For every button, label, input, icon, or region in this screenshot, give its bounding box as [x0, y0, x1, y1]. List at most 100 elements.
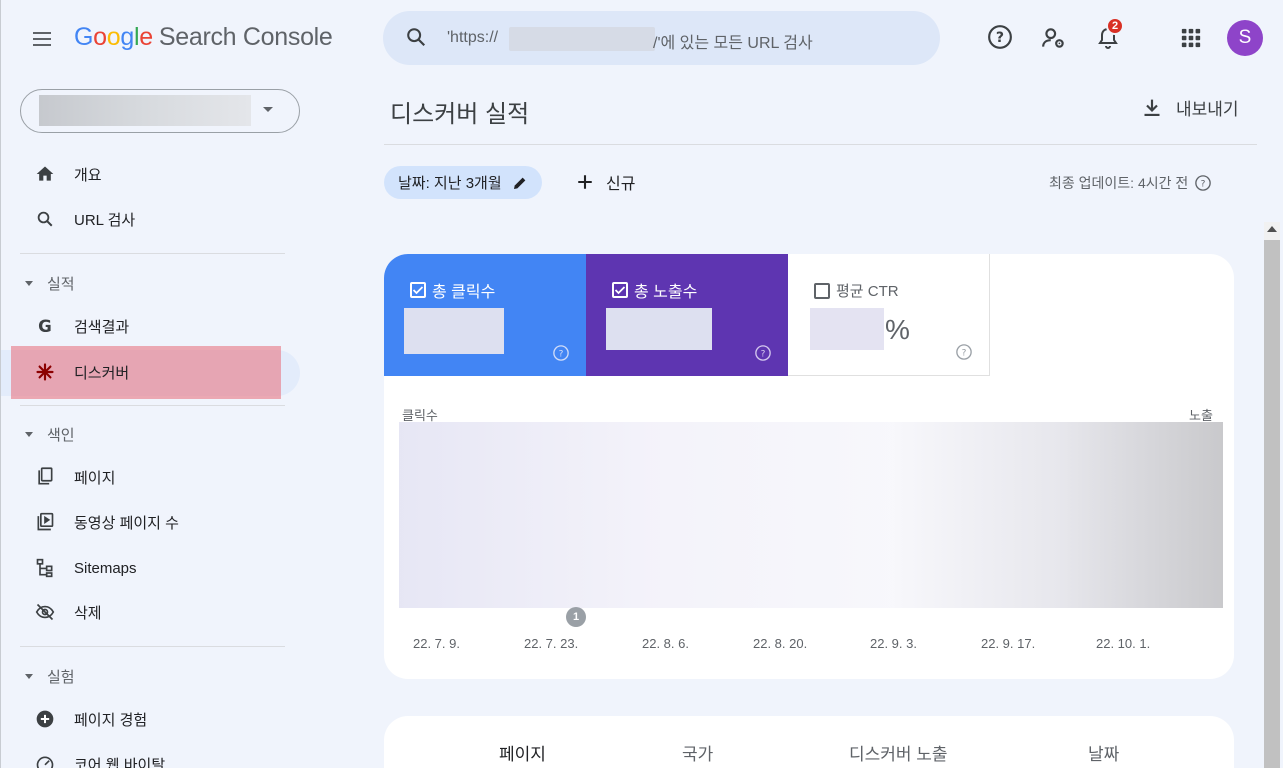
header-divider — [384, 144, 1257, 145]
date-filter-chip[interactable]: 날짜: 지난 3개월 — [384, 166, 542, 199]
edit-pencil-icon — [513, 177, 525, 189]
tab-pages[interactable]: 페이지 — [499, 740, 546, 765]
redacted-metric-value — [404, 308, 504, 354]
sidebar-item-label: 삭제 — [74, 604, 102, 622]
video-page-icon — [34, 511, 56, 533]
search-console-logo[interactable]: Google Search Console — [74, 23, 333, 52]
redacted-metric-value — [810, 308, 884, 350]
sidebar-item-label: 디스커버 — [74, 364, 130, 382]
manage-users-icon[interactable] — [1040, 24, 1068, 52]
logo-letter: o — [93, 23, 107, 51]
sidebar-item-pages[interactable]: 페이지 — [1, 455, 301, 499]
sidebar-item-removals[interactable]: 삭제 — [1, 590, 301, 634]
page-title: 디스커버 실적 — [390, 101, 530, 128]
last-updated-text: 최종 업데이트: 4시간 전 ? — [1049, 173, 1212, 193]
x-tick-label: 22. 7. 23. — [524, 636, 579, 651]
metric-total-impressions[interactable]: 총 노출수 ? — [586, 254, 788, 376]
logo-letter: g — [120, 23, 134, 51]
sidebar-item-discover[interactable]: 디스커버 — [1, 350, 301, 394]
sidebar-item-label: 페이지 — [74, 469, 116, 487]
add-circle-icon — [34, 708, 56, 730]
x-tick-label: 22. 10. 1. — [1096, 636, 1151, 651]
collapse-triangle-icon — [25, 674, 33, 679]
sidebar-item-label: 코어 웹 바이탈 — [74, 756, 166, 768]
date-filter-label: 날짜: 지난 3개월 — [398, 175, 502, 192]
search-placeholder-suffix: /'에 있는 모든 URL 검사 — [653, 35, 813, 52]
help-icon[interactable]: ? — [986, 23, 1014, 51]
plus-icon — [578, 175, 592, 189]
search-placeholder-prefix: 'https:// — [447, 29, 499, 46]
search-icon — [34, 208, 56, 230]
section-label: 색인 — [47, 427, 75, 444]
sidebar-item-page-experience[interactable]: 페이지 경험 — [1, 697, 301, 741]
help-icon[interactable]: ? — [754, 344, 772, 362]
checkbox-checked-icon[interactable] — [410, 282, 426, 298]
sidebar-item-url-inspection[interactable]: URL 검사 — [1, 197, 301, 241]
tab-discover-appearance[interactable]: 디스커버 노출 — [849, 740, 948, 765]
sidebar-item-overview[interactable]: 개요 — [1, 152, 301, 196]
section-label: 실적 — [47, 276, 75, 293]
help-icon[interactable]: ? — [552, 344, 570, 362]
section-toggle-index[interactable]: 색인 — [23, 424, 75, 445]
main-menu-button[interactable] — [29, 26, 55, 52]
sidebar-item-label: URL 검사 — [74, 211, 136, 229]
metric-label: 총 클릭수 — [432, 284, 496, 301]
checkbox-checked-icon[interactable] — [612, 282, 628, 298]
metric-average-ctr[interactable]: 평균 CTR % ? — [788, 254, 990, 376]
asterisk-icon — [34, 361, 56, 383]
metric-label: 평균 CTR — [836, 283, 899, 300]
x-tick-label: 22. 9. 17. — [981, 636, 1036, 651]
sidebar-divider — [20, 646, 285, 647]
svg-text:?: ? — [559, 349, 564, 359]
sidebar-item-sitemaps[interactable]: Sitemaps — [1, 546, 301, 590]
section-label: 실험 — [47, 669, 75, 686]
sidebar-item-video-pages[interactable]: 동영상 페이지 수 — [1, 500, 301, 544]
metric-label: 총 노출수 — [634, 284, 698, 301]
scroll-up-arrow-icon[interactable] — [1267, 226, 1277, 232]
collapse-triangle-icon — [25, 432, 33, 437]
svg-text:?: ? — [761, 349, 766, 359]
dropdown-caret-icon — [263, 107, 273, 112]
sidebar-divider — [20, 405, 285, 406]
sidebar-item-core-web-vitals[interactable]: 코어 웹 바이탈 — [1, 742, 301, 768]
sitemap-icon — [34, 557, 56, 579]
redacted-property-name — [39, 95, 251, 126]
svg-text:?: ? — [996, 30, 1004, 46]
sidebar-item-label: Sitemaps — [74, 559, 137, 577]
x-tick-label: 22. 8. 20. — [753, 636, 808, 651]
last-updated-label: 최종 업데이트: 4시간 전 — [1049, 175, 1189, 191]
export-button[interactable]: 내보내기 — [1142, 95, 1239, 120]
logo-letter: G — [74, 23, 94, 51]
help-icon[interactable]: ? — [955, 343, 973, 361]
speed-gauge-icon — [34, 753, 56, 768]
section-toggle-experience[interactable]: 실험 — [23, 666, 75, 687]
logo-letter: e — [139, 23, 153, 51]
redacted-metric-value — [606, 308, 712, 350]
product-name: Search Console — [158, 23, 333, 51]
new-filter-button[interactable]: 신규 — [576, 170, 635, 194]
home-icon — [34, 163, 56, 185]
google-g-icon: G — [34, 315, 56, 337]
pages-icon — [34, 466, 56, 488]
scrollbar-thumb[interactable] — [1264, 240, 1280, 768]
sidebar-item-label: 개요 — [74, 166, 102, 184]
x-tick-label: 22. 9. 3. — [870, 636, 917, 651]
visibility-off-icon — [34, 601, 56, 623]
apps-grid-icon[interactable] — [1177, 24, 1205, 52]
chart-annotation-marker[interactable]: 1 — [566, 607, 586, 627]
sidebar-item-label: 검색결과 — [74, 318, 130, 336]
sidebar-item-search-results[interactable]: G 검색결과 — [1, 304, 301, 348]
redacted-chart-plot — [399, 422, 1223, 608]
account-avatar[interactable]: S — [1227, 20, 1263, 56]
metric-total-clicks[interactable]: 총 클릭수 ? — [384, 254, 586, 376]
tab-dates[interactable]: 날짜 — [1088, 740, 1119, 765]
section-toggle-performance[interactable]: 실적 — [23, 273, 75, 294]
collapse-triangle-icon — [25, 281, 33, 286]
svg-text:G: G — [38, 317, 52, 336]
sidebar-divider — [20, 253, 285, 254]
help-icon[interactable]: ? — [1194, 174, 1212, 192]
x-tick-label: 22. 8. 6. — [642, 636, 689, 651]
export-label: 내보내기 — [1176, 100, 1239, 119]
tab-countries[interactable]: 국가 — [682, 740, 713, 765]
checkbox-unchecked-icon[interactable] — [814, 282, 830, 299]
